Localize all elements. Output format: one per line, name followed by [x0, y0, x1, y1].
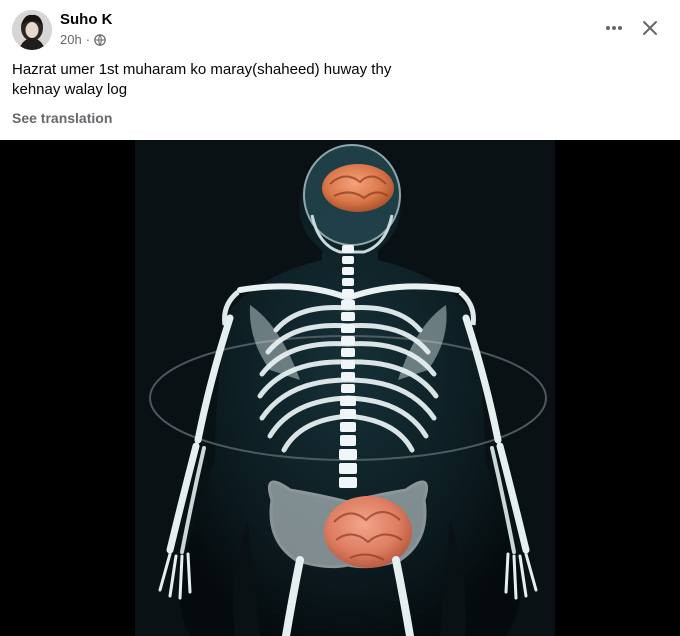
author-name[interactable]: Suho K	[60, 11, 113, 28]
post-header: Suho K 20h ·	[0, 0, 680, 60]
post-text-line-1: Hazrat umer 1st muharam ko maray(shaheed…	[12, 61, 392, 78]
avatar-image	[12, 10, 52, 50]
post-image[interactable]	[0, 140, 680, 636]
skeleton-image	[0, 140, 680, 636]
facebook-post: Suho K 20h · Hazrat umer 1st muharam ko …	[0, 0, 680, 636]
author-avatar[interactable]	[12, 10, 52, 50]
post-timestamp[interactable]: 20h	[60, 32, 82, 47]
post-text: Hazrat umer 1st muharam ko maray(shaheed…	[12, 60, 612, 100]
more-dots-icon	[606, 26, 622, 30]
meta-separator: ·	[85, 32, 91, 47]
post-meta: 20h ·	[60, 32, 106, 47]
post-text-line-2: kehnay walay log	[12, 81, 128, 98]
see-translation-link[interactable]: See translation	[12, 110, 112, 126]
close-button[interactable]	[636, 14, 664, 42]
globe-icon[interactable]	[94, 33, 106, 46]
close-icon	[643, 21, 657, 35]
more-options-button[interactable]	[600, 14, 628, 42]
